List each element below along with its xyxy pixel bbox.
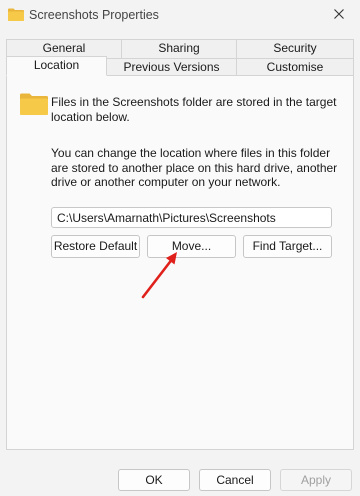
location-info-text: Files in the Screenshots folder are stor… (51, 95, 337, 124)
tab-location[interactable]: Location (6, 56, 107, 76)
folder-icon (8, 8, 24, 21)
close-icon (333, 8, 345, 23)
tab-security[interactable]: Security (236, 39, 354, 59)
tab-sharing[interactable]: Sharing (121, 39, 237, 59)
apply-button[interactable]: Apply (280, 469, 352, 491)
annotation-arrow-icon (141, 252, 177, 299)
find-target-button[interactable]: Find Target... (243, 235, 332, 258)
title-bar: Screenshots Properties (0, 0, 360, 32)
target-path-input[interactable] (51, 207, 332, 228)
tab-previous-versions[interactable]: Previous Versions (106, 58, 237, 76)
properties-window: Screenshots Properties General Sharing S… (0, 0, 360, 496)
tab-customise[interactable]: Customise (236, 58, 354, 76)
folder-icon (20, 93, 48, 115)
location-description-text: You can change the location where files … (51, 146, 338, 189)
cancel-button[interactable]: Cancel (199, 469, 271, 491)
close-button[interactable] (328, 4, 350, 26)
window-title: Screenshots Properties (29, 8, 159, 22)
restore-default-button[interactable]: Restore Default (51, 235, 140, 258)
ok-button[interactable]: OK (118, 469, 190, 491)
